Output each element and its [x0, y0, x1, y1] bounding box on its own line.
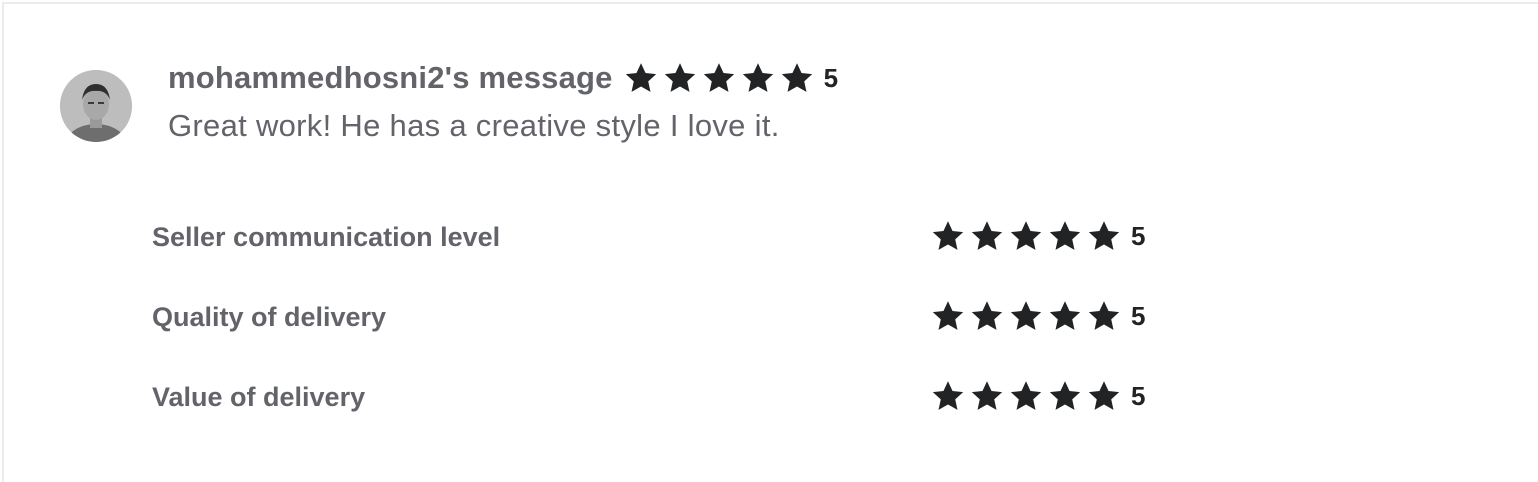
star-icon: [1008, 299, 1044, 333]
user-avatar-icon: [60, 70, 132, 142]
rating-label: Value of delivery: [152, 382, 366, 412]
star-icon: [662, 61, 698, 95]
avatar[interactable]: [60, 70, 132, 142]
review-username[interactable]: mohammedhosni2's message: [168, 60, 613, 96]
rating-row-communication: Seller communication level 5: [152, 216, 1152, 256]
star-icon: [1086, 219, 1122, 253]
rating-row-value: Value of delivery 5: [152, 376, 1152, 416]
star-icon: [930, 299, 966, 333]
star-icon: [1086, 379, 1122, 413]
rating-score: 5: [1131, 300, 1146, 331]
rating-label: Quality of delivery: [152, 302, 387, 332]
rating-row-quality: Quality of delivery 5: [152, 296, 1152, 336]
rating-stars: 5: [930, 296, 1145, 336]
rating-score: 5: [1131, 220, 1146, 251]
star-icon: [930, 379, 966, 413]
review-header: mohammedhosni2's message 5: [168, 58, 838, 98]
star-icon: [1047, 299, 1083, 333]
rating-stars: 5: [930, 376, 1145, 416]
rating-label: Seller communication level: [152, 222, 501, 252]
star-icon: [1047, 219, 1083, 253]
star-icon: [969, 379, 1005, 413]
overall-rating-stars: 5: [623, 61, 838, 95]
star-icon: [969, 219, 1005, 253]
star-icon: [1086, 299, 1122, 333]
star-icon: [779, 61, 815, 95]
star-icon: [930, 219, 966, 253]
star-icon: [701, 61, 737, 95]
rating-score: 5: [1131, 380, 1146, 411]
star-icon: [969, 299, 1005, 333]
star-icon: [1008, 219, 1044, 253]
rating-stars: 5: [930, 216, 1145, 256]
star-icon: [1008, 379, 1044, 413]
review-card: mohammedhosni2's message 5 Great work! H…: [2, 2, 1538, 482]
star-icon: [740, 61, 776, 95]
overall-rating-score: 5: [823, 62, 839, 93]
star-icon: [1047, 379, 1083, 413]
review-message: Great work! He has a creative style I lo…: [168, 108, 780, 143]
star-icon: [623, 61, 659, 95]
